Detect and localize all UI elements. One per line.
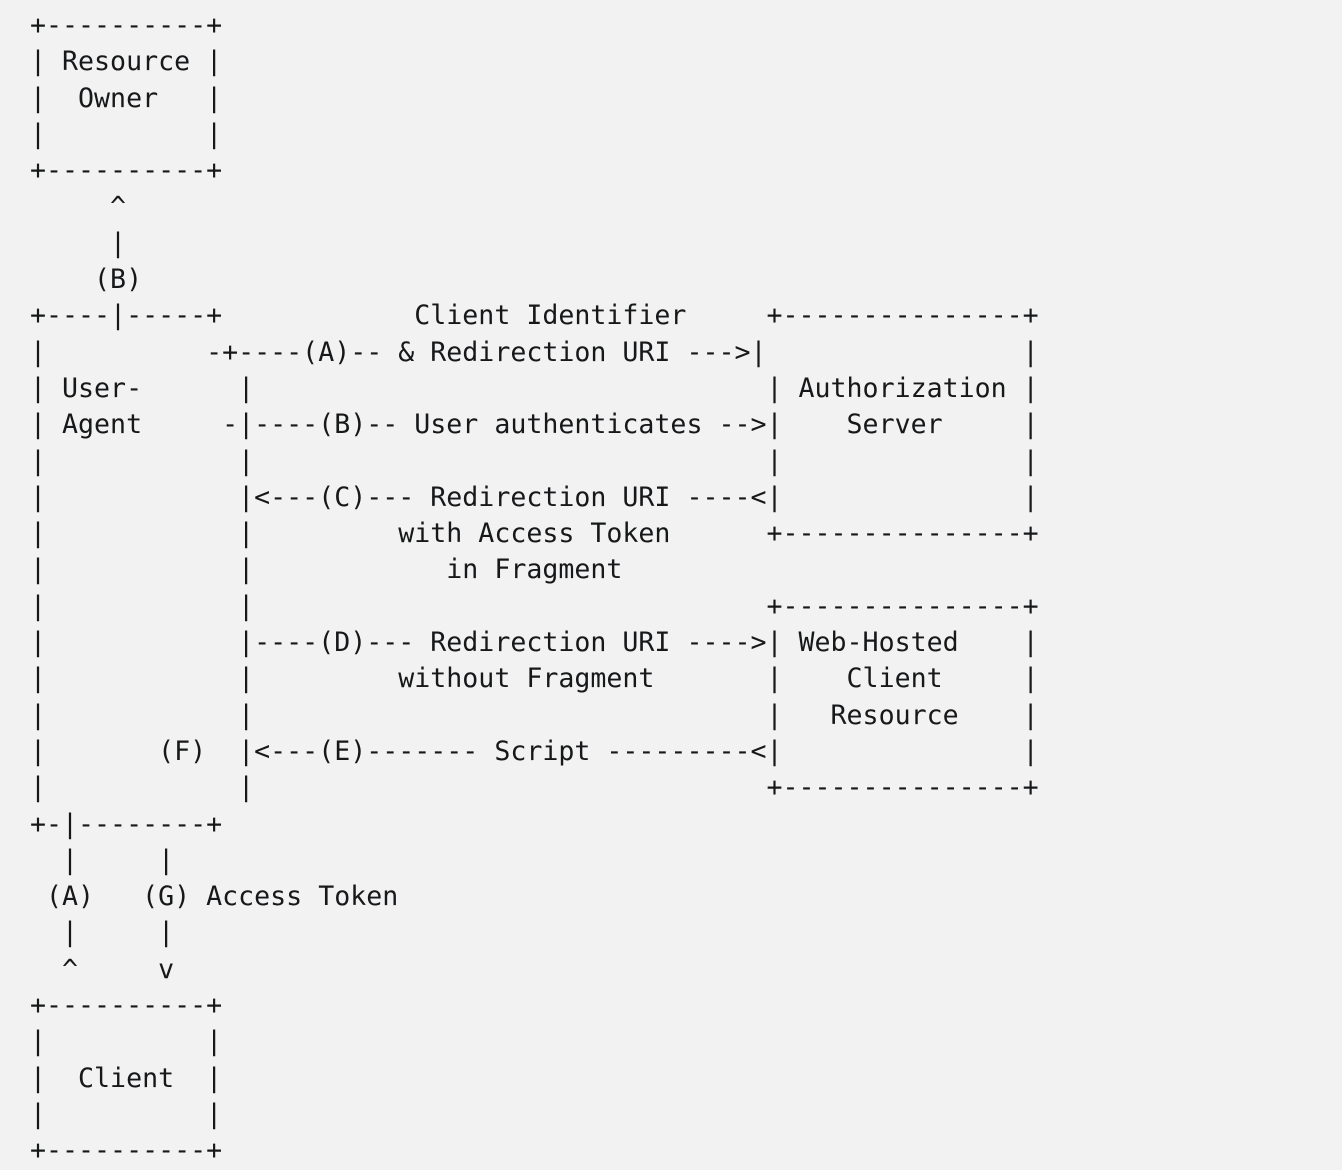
- ascii-art-diagram: +----------+ | Resource | | Owner | | | …: [30, 10, 1039, 1167]
